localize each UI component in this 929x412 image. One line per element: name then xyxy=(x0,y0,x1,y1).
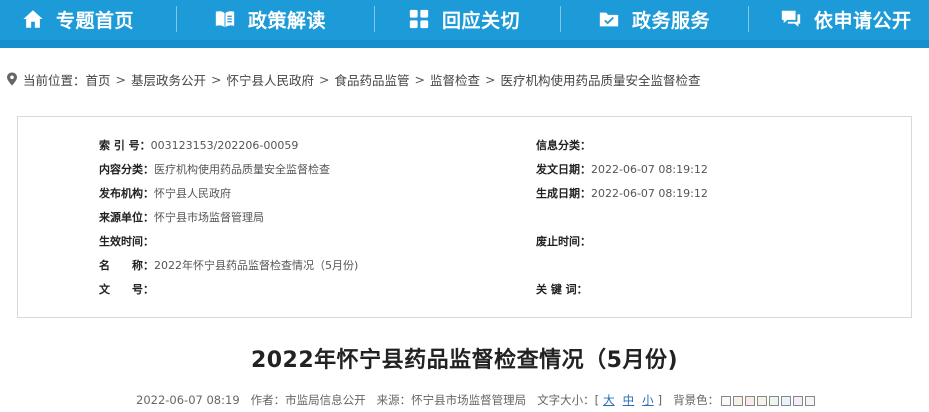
bg-color-swatch[interactable] xyxy=(733,395,744,406)
meta-source-value: 怀宁县市场监督管理局 xyxy=(154,211,264,224)
meta-doc-no: 文 号： xyxy=(99,281,154,297)
meta-gen-date-value: 2022-06-07 08:19:12 xyxy=(591,186,708,200)
chat-icon xyxy=(780,8,802,30)
bg-color-label: 背景色： xyxy=(673,393,720,407)
breadcrumb-separator: > xyxy=(414,71,426,87)
meta-issue-date-label: 发文日期： xyxy=(536,163,591,176)
nav-separator xyxy=(748,6,749,32)
meta-publisher: 发布机构： 怀宁县人民政府 xyxy=(99,185,231,201)
meta-issue-date-value: 2022-06-07 08:19:12 xyxy=(591,162,708,176)
document-meta-box: 索 引 号： 003123153/202206-00059 信息分类： 内容分类… xyxy=(17,116,912,318)
breadcrumb-separator: > xyxy=(319,71,330,87)
breadcrumb-item-home[interactable]: 首页 xyxy=(86,70,111,89)
breadcrumb-item-grassroots[interactable]: 基层政务公开 xyxy=(131,70,206,89)
article-title: 2022年怀宁县药品监督检查情况（5月份) xyxy=(250,348,679,373)
meta-gen-date: 生成日期： 2022-06-07 08:19:12 xyxy=(536,185,708,201)
breadcrumb-item-inspection[interactable]: 监督检查 xyxy=(430,70,480,89)
bg-color-swatch[interactable] xyxy=(781,395,792,406)
location-pin-icon xyxy=(7,72,17,86)
meta-index: 索 引 号： 003123153/202206-00059 xyxy=(99,137,298,153)
bg-color-swatch[interactable] xyxy=(769,395,780,406)
meta-issue-date: 发文日期： 2022-06-07 08:19:12 xyxy=(536,161,708,177)
nav-label-response: 回应关切 xyxy=(442,9,521,32)
meta-effective: 生效时间： xyxy=(99,233,154,249)
breadcrumb-separator: > xyxy=(211,71,222,87)
article-info-bar: 2022-06-07 08:19 作者：市监局信息公开 来源：怀宁县市场监督管理… xyxy=(136,392,816,408)
meta-category: 信息分类： xyxy=(536,137,591,153)
bg-color-swatch[interactable] xyxy=(721,395,732,406)
meta-gen-date-label: 生成日期： xyxy=(536,187,591,200)
nav-separator xyxy=(560,6,561,32)
folder-check-icon xyxy=(598,8,620,30)
article-date: 2022-06-07 08:19 xyxy=(136,393,240,407)
top-nav-bar: 专题首页 政策解读 回应关切 政务服务 依申请公开 xyxy=(0,0,929,48)
grid-icon xyxy=(408,8,430,30)
meta-keywords-label: 关 键 词： xyxy=(536,283,588,296)
nav-label-policy: 政策解读 xyxy=(248,9,327,32)
breadcrumb-item-current[interactable]: 医疗机构使用药品质量安全监督检查 xyxy=(501,70,701,89)
meta-index-label: 索 引 号： xyxy=(99,139,151,152)
top-nav-underline xyxy=(0,40,929,48)
nav-label-home: 专题首页 xyxy=(56,9,135,32)
font-size-small-button[interactable]: 小 xyxy=(642,392,654,408)
nav-item-home[interactable]: 专题首页 xyxy=(22,0,134,38)
nav-item-service[interactable]: 政务服务 xyxy=(598,0,710,38)
font-size-large-button[interactable]: 大 xyxy=(603,392,615,408)
meta-repeal: 废止时间： xyxy=(536,233,591,249)
bg-color-swatches xyxy=(719,393,816,407)
nav-item-policy[interactable]: 政策解读 xyxy=(214,0,326,38)
nav-item-response[interactable]: 回应关切 xyxy=(408,0,520,38)
meta-publisher-label: 发布机构： xyxy=(99,187,154,200)
breadcrumb-item-county-gov[interactable]: 怀宁县人民政府 xyxy=(227,70,315,89)
meta-content: 内容分类： 医疗机构使用药品质量安全监督检查 xyxy=(99,161,330,177)
breadcrumb-separator: > xyxy=(485,71,496,87)
nav-label-apply: 依申请公开 xyxy=(814,9,912,32)
meta-name: 名 称： 2022年怀宁县药品监督检查情况（5月份) xyxy=(99,257,358,273)
bg-color-swatch[interactable] xyxy=(757,395,768,406)
font-size-label: 文字大小：[ xyxy=(537,393,600,407)
article-author: 作者：市监局信息公开 xyxy=(250,393,366,407)
breadcrumb: 当前位置： 首页 > 基层政务公开 > 怀宁县人民政府 > 食品药品监管 > 监… xyxy=(6,70,701,88)
nav-separator xyxy=(374,6,375,32)
font-size-medium-button[interactable]: 中 xyxy=(623,392,635,408)
book-icon xyxy=(214,8,236,30)
bg-color-swatch[interactable] xyxy=(745,395,756,406)
meta-doc-no-label: 文 号： xyxy=(99,283,154,296)
meta-repeal-label: 废止时间： xyxy=(536,235,591,248)
meta-source-label: 来源单位： xyxy=(99,211,154,224)
breadcrumb-prefix: 当前位置： xyxy=(23,72,86,88)
nav-label-service: 政务服务 xyxy=(632,9,711,32)
nav-separator xyxy=(176,6,177,32)
home-icon xyxy=(22,8,44,30)
breadcrumb-item-food-drug[interactable]: 食品药品监管 xyxy=(335,70,410,89)
bg-color-swatch[interactable] xyxy=(793,395,804,406)
nav-item-apply[interactable]: 依申请公开 xyxy=(780,0,912,38)
meta-effective-label: 生效时间： xyxy=(99,235,154,248)
font-size-end: ] xyxy=(657,393,663,407)
meta-keywords: 关 键 词： xyxy=(536,281,588,297)
meta-publisher-value: 怀宁县人民政府 xyxy=(154,187,231,200)
meta-category-label: 信息分类： xyxy=(536,139,591,152)
meta-name-label: 名 称： xyxy=(99,259,154,272)
breadcrumb-separator: > xyxy=(115,71,127,87)
meta-content-label: 内容分类： xyxy=(99,163,154,176)
meta-index-value: 003123153/202206-00059 xyxy=(150,138,299,152)
article-source: 来源：怀宁县市场监督管理局 xyxy=(376,393,527,407)
meta-name-value: 2022年怀宁县药品监督检查情况（5月份) xyxy=(154,259,359,272)
meta-source: 来源单位： 怀宁县市场监督管理局 xyxy=(99,209,264,225)
meta-content-value: 医疗机构使用药品质量安全监督检查 xyxy=(154,163,330,176)
bg-color-swatch[interactable] xyxy=(805,395,816,406)
